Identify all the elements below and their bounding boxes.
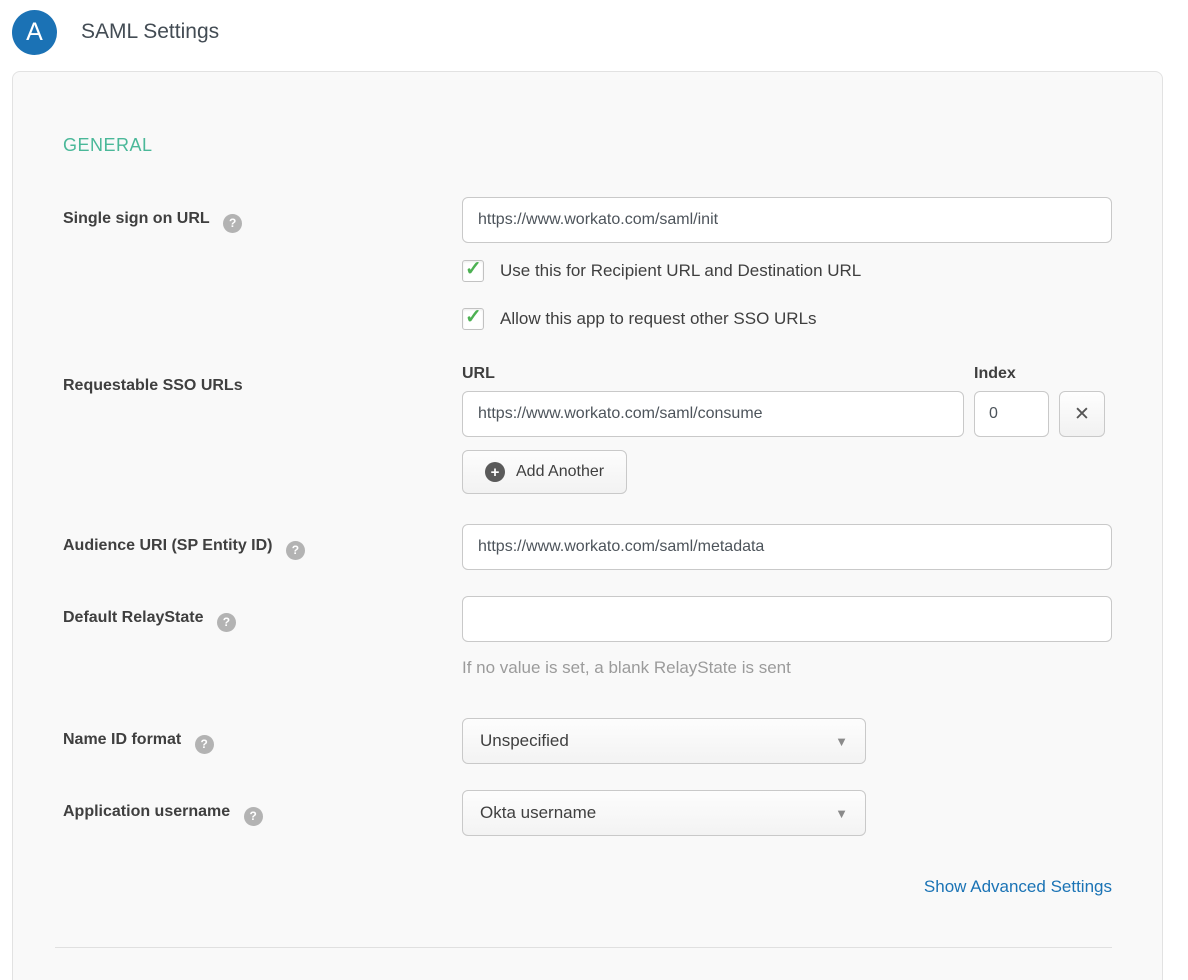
help-icon[interactable]: ? — [244, 807, 263, 826]
add-another-button-label: Add Another — [516, 463, 604, 481]
application-username-dropdown[interactable]: Okta username ▼ — [462, 790, 866, 836]
allow-other-sso-checkbox-row[interactable]: ✓ Allow this app to request other SSO UR… — [462, 308, 1112, 330]
allow-other-sso-checkbox-label: Allow this app to request other SSO URLs — [500, 309, 817, 329]
application-username-row: Application username ? Okta username ▼ — [63, 790, 1112, 836]
show-advanced-settings-link[interactable]: Show Advanced Settings — [924, 877, 1112, 896]
requestable-sso-urls-row: Requestable SSO URLs URL Index ✕ + Add A… — [63, 365, 1112, 494]
page-title: SAML Settings — [81, 20, 219, 44]
name-id-format-dropdown[interactable]: Unspecified ▼ — [462, 718, 866, 764]
add-another-button[interactable]: + Add Another — [462, 450, 627, 494]
allow-other-sso-checkbox[interactable]: ✓ — [462, 308, 484, 330]
chevron-down-icon: ▼ — [835, 734, 848, 749]
requestable-sso-url-input[interactable] — [462, 391, 964, 437]
recipient-url-checkbox-label: Use this for Recipient URL and Destinati… — [500, 261, 861, 281]
requestable-sso-urls-label: Requestable SSO URLs — [63, 377, 243, 394]
saml-settings-header: A SAML Settings — [0, 0, 1188, 54]
name-id-format-row: Name ID format ? Unspecified ▼ — [63, 718, 1112, 764]
application-username-value: Okta username — [480, 803, 596, 823]
chevron-down-icon: ▼ — [835, 806, 848, 821]
help-icon[interactable]: ? — [195, 735, 214, 754]
relaystate-hint: If no value is set, a blank RelayState i… — [462, 658, 1112, 678]
single-sign-on-url-label: Single sign on URL — [63, 210, 210, 227]
audience-uri-input[interactable] — [462, 524, 1112, 570]
default-relaystate-input[interactable] — [462, 596, 1112, 642]
close-icon: ✕ — [1074, 403, 1090, 426]
section-divider — [55, 947, 1112, 948]
step-a-badge-letter: A — [26, 18, 43, 47]
application-username-label: Application username — [63, 803, 230, 820]
saml-settings-panel: GENERAL Single sign on URL ? ✓ Use this … — [12, 71, 1163, 980]
single-sign-on-url-input[interactable] — [462, 197, 1112, 243]
audience-uri-row: Audience URI (SP Entity ID) ? — [63, 524, 1112, 570]
help-icon[interactable]: ? — [217, 613, 236, 632]
single-sign-on-url-row: Single sign on URL ? ✓ Use this for Reci… — [63, 197, 1112, 330]
help-icon[interactable]: ? — [223, 214, 242, 233]
general-section-heading: GENERAL — [63, 135, 1112, 156]
name-id-format-value: Unspecified — [480, 731, 569, 751]
audience-uri-label: Audience URI (SP Entity ID) — [63, 537, 273, 554]
checkmark-icon: ✓ — [465, 258, 482, 280]
default-relaystate-label: Default RelayState — [63, 609, 204, 626]
requestable-sso-url-entry: ✕ — [462, 391, 1112, 437]
plus-icon: + — [485, 462, 505, 482]
step-a-badge: A — [12, 10, 57, 55]
requestable-sso-index-input[interactable] — [974, 391, 1049, 437]
recipient-url-checkbox[interactable]: ✓ — [462, 260, 484, 282]
recipient-url-checkbox-row[interactable]: ✓ Use this for Recipient URL and Destina… — [462, 260, 1112, 282]
index-column-header: Index — [974, 365, 1016, 383]
checkmark-icon: ✓ — [465, 306, 482, 328]
url-column-header: URL — [462, 365, 974, 383]
remove-sso-url-button[interactable]: ✕ — [1059, 391, 1105, 437]
name-id-format-label: Name ID format — [63, 731, 181, 748]
help-icon[interactable]: ? — [286, 541, 305, 560]
default-relaystate-row: Default RelayState ? If no value is set,… — [63, 596, 1112, 678]
